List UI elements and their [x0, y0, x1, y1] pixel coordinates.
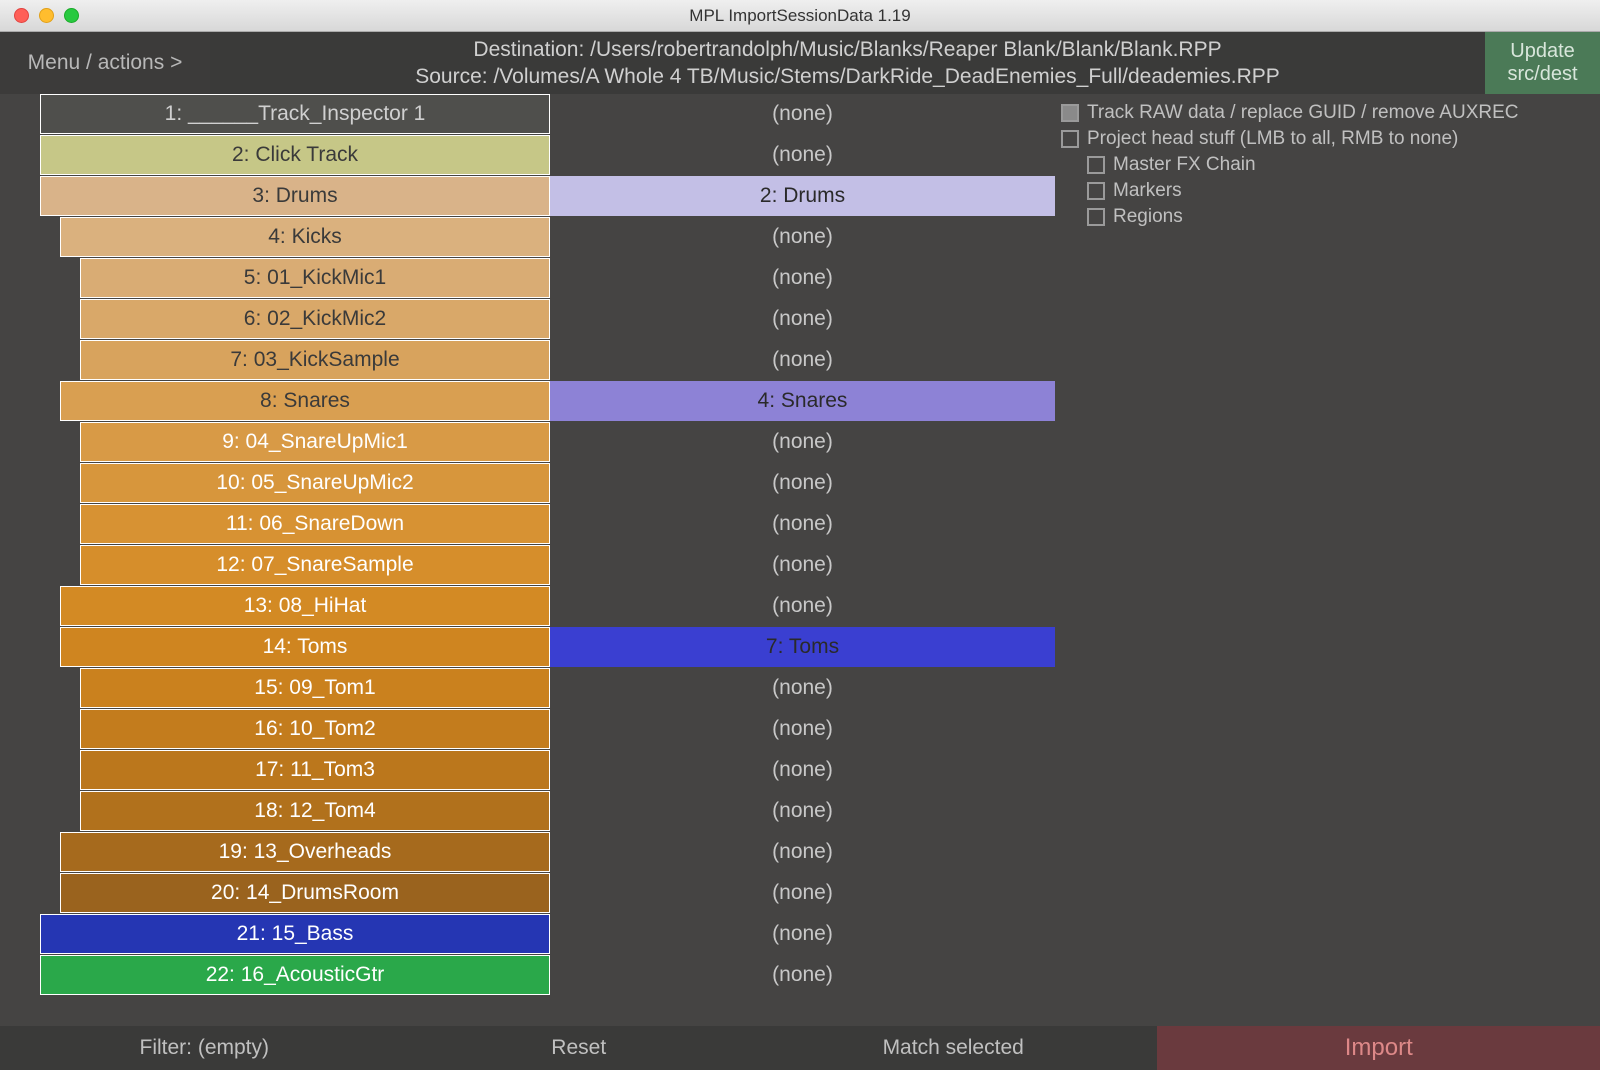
checkbox-icon[interactable]: [1087, 156, 1105, 174]
track-row: 14: Toms7: Toms: [0, 627, 1055, 667]
filter-button[interactable]: Filter: (empty): [0, 1026, 409, 1070]
close-icon[interactable]: [14, 8, 29, 23]
destination-track-cell[interactable]: (none): [550, 504, 1055, 544]
menu-actions-button[interactable]: Menu / actions >: [0, 32, 210, 94]
destination-track-cell[interactable]: (none): [550, 217, 1055, 257]
destination-track-cell[interactable]: (none): [550, 955, 1055, 995]
option-master-fx[interactable]: Master FX Chain: [1061, 154, 1594, 176]
track-row: 6: 02_KickMic2(none): [0, 299, 1055, 339]
fullscreen-icon[interactable]: [64, 8, 79, 23]
destination-track-cell[interactable]: 4: Snares: [550, 381, 1055, 421]
option-project-head[interactable]: Project head stuff (LMB to all, RMB to n…: [1061, 128, 1594, 150]
source-track-cell[interactable]: 11: 06_SnareDown: [80, 504, 550, 544]
option-regions[interactable]: Regions: [1061, 206, 1594, 228]
titlebar: MPL ImportSessionData 1.19: [0, 0, 1600, 32]
source-track-cell[interactable]: 18: 12_Tom4: [80, 791, 550, 831]
destination-track-cell[interactable]: (none): [550, 94, 1055, 134]
destination-track-cell[interactable]: (none): [550, 709, 1055, 749]
source-track-cell[interactable]: 16: 10_Tom2: [80, 709, 550, 749]
source-track-cell[interactable]: 15: 09_Tom1: [80, 668, 550, 708]
destination-path: Destination: /Users/robertrandolph/Music…: [473, 36, 1221, 63]
checkbox-icon[interactable]: [1087, 208, 1105, 226]
track-row: 12: 07_SnareSample(none): [0, 545, 1055, 585]
source-track-cell[interactable]: 22: 16_AcousticGtr: [40, 955, 550, 995]
track-row: 5: 01_KickMic1(none): [0, 258, 1055, 298]
track-row: 15: 09_Tom1(none): [0, 668, 1055, 708]
track-row: 10: 05_SnareUpMic2(none): [0, 463, 1055, 503]
track-row: 21: 15_Bass(none): [0, 914, 1055, 954]
reset-button[interactable]: Reset: [409, 1026, 749, 1070]
option-markers[interactable]: Markers: [1061, 180, 1594, 202]
track-row: 13: 08_HiHat(none): [0, 586, 1055, 626]
source-track-cell[interactable]: 13: 08_HiHat: [60, 586, 550, 626]
paths-display: Destination: /Users/robertrandolph/Music…: [210, 32, 1485, 94]
header: Menu / actions > Destination: /Users/rob…: [0, 32, 1600, 94]
source-track-cell[interactable]: 10: 05_SnareUpMic2: [80, 463, 550, 503]
destination-track-cell[interactable]: (none): [550, 463, 1055, 503]
destination-track-cell[interactable]: 2: Drums: [550, 176, 1055, 216]
source-track-cell[interactable]: 17: 11_Tom3: [80, 750, 550, 790]
track-row: 1: ______Track_Inspector 1(none): [0, 94, 1055, 134]
track-row: 9: 04_SnareUpMic1(none): [0, 422, 1055, 462]
track-row: 8: Snares4: Snares: [0, 381, 1055, 421]
source-track-cell[interactable]: 2: Click Track: [40, 135, 550, 175]
destination-track-cell[interactable]: (none): [550, 422, 1055, 462]
track-row: 20: 14_DrumsRoom(none): [0, 873, 1055, 913]
match-selected-button[interactable]: Match selected: [749, 1026, 1158, 1070]
update-src-dest-button[interactable]: Update src/dest: [1485, 32, 1600, 94]
traffic-lights: [0, 8, 79, 23]
destination-track-cell[interactable]: (none): [550, 299, 1055, 339]
footer: Filter: (empty) Reset Match selected Imp…: [0, 1026, 1600, 1070]
source-track-cell[interactable]: 3: Drums: [40, 176, 550, 216]
import-button[interactable]: Import: [1157, 1026, 1600, 1070]
options-pane: Track RAW data / replace GUID / remove A…: [1055, 94, 1600, 1026]
minimize-icon[interactable]: [39, 8, 54, 23]
main-area: 1: ______Track_Inspector 1(none)2: Click…: [0, 94, 1600, 1026]
checkbox-icon[interactable]: [1061, 130, 1079, 148]
track-row: 22: 16_AcousticGtr(none): [0, 955, 1055, 995]
destination-track-cell[interactable]: (none): [550, 873, 1055, 913]
source-track-cell[interactable]: 4: Kicks: [60, 217, 550, 257]
source-track-cell[interactable]: 14: Toms: [60, 627, 550, 667]
source-track-cell[interactable]: 12: 07_SnareSample: [80, 545, 550, 585]
destination-track-cell[interactable]: (none): [550, 258, 1055, 298]
source-track-cell[interactable]: 6: 02_KickMic2: [80, 299, 550, 339]
destination-track-cell[interactable]: 7: Toms: [550, 627, 1055, 667]
track-row: 16: 10_Tom2(none): [0, 709, 1055, 749]
source-track-cell[interactable]: 9: 04_SnareUpMic1: [80, 422, 550, 462]
option-raw-data[interactable]: Track RAW data / replace GUID / remove A…: [1061, 102, 1594, 124]
destination-track-cell[interactable]: (none): [550, 832, 1055, 872]
destination-track-cell[interactable]: (none): [550, 586, 1055, 626]
destination-track-cell[interactable]: (none): [550, 791, 1055, 831]
track-row: 19: 13_Overheads(none): [0, 832, 1055, 872]
checkbox-icon[interactable]: [1087, 182, 1105, 200]
track-row: 2: Click Track(none): [0, 135, 1055, 175]
source-path: Source: /Volumes/A Whole 4 TB/Music/Stem…: [415, 63, 1280, 90]
destination-track-cell[interactable]: (none): [550, 668, 1055, 708]
track-row: 18: 12_Tom4(none): [0, 791, 1055, 831]
track-row: 17: 11_Tom3(none): [0, 750, 1055, 790]
destination-track-cell[interactable]: (none): [550, 750, 1055, 790]
source-track-cell[interactable]: 7: 03_KickSample: [80, 340, 550, 380]
track-row: 3: Drums2: Drums: [0, 176, 1055, 216]
source-track-cell[interactable]: 1: ______Track_Inspector 1: [40, 94, 550, 134]
window-title: MPL ImportSessionData 1.19: [0, 6, 1600, 26]
destination-track-cell[interactable]: (none): [550, 340, 1055, 380]
destination-track-cell[interactable]: (none): [550, 135, 1055, 175]
source-track-cell[interactable]: 8: Snares: [60, 381, 550, 421]
source-track-cell[interactable]: 19: 13_Overheads: [60, 832, 550, 872]
source-track-cell[interactable]: 5: 01_KickMic1: [80, 258, 550, 298]
source-track-cell[interactable]: 21: 15_Bass: [40, 914, 550, 954]
track-row: 7: 03_KickSample(none): [0, 340, 1055, 380]
destination-track-cell[interactable]: (none): [550, 545, 1055, 585]
tracks-pane[interactable]: 1: ______Track_Inspector 1(none)2: Click…: [0, 94, 1055, 1026]
checkbox-icon[interactable]: [1061, 104, 1079, 122]
source-track-cell[interactable]: 20: 14_DrumsRoom: [60, 873, 550, 913]
app-window: MPL ImportSessionData 1.19 Menu / action…: [0, 0, 1600, 1070]
track-row: 4: Kicks(none): [0, 217, 1055, 257]
track-row: 11: 06_SnareDown(none): [0, 504, 1055, 544]
destination-track-cell[interactable]: (none): [550, 914, 1055, 954]
